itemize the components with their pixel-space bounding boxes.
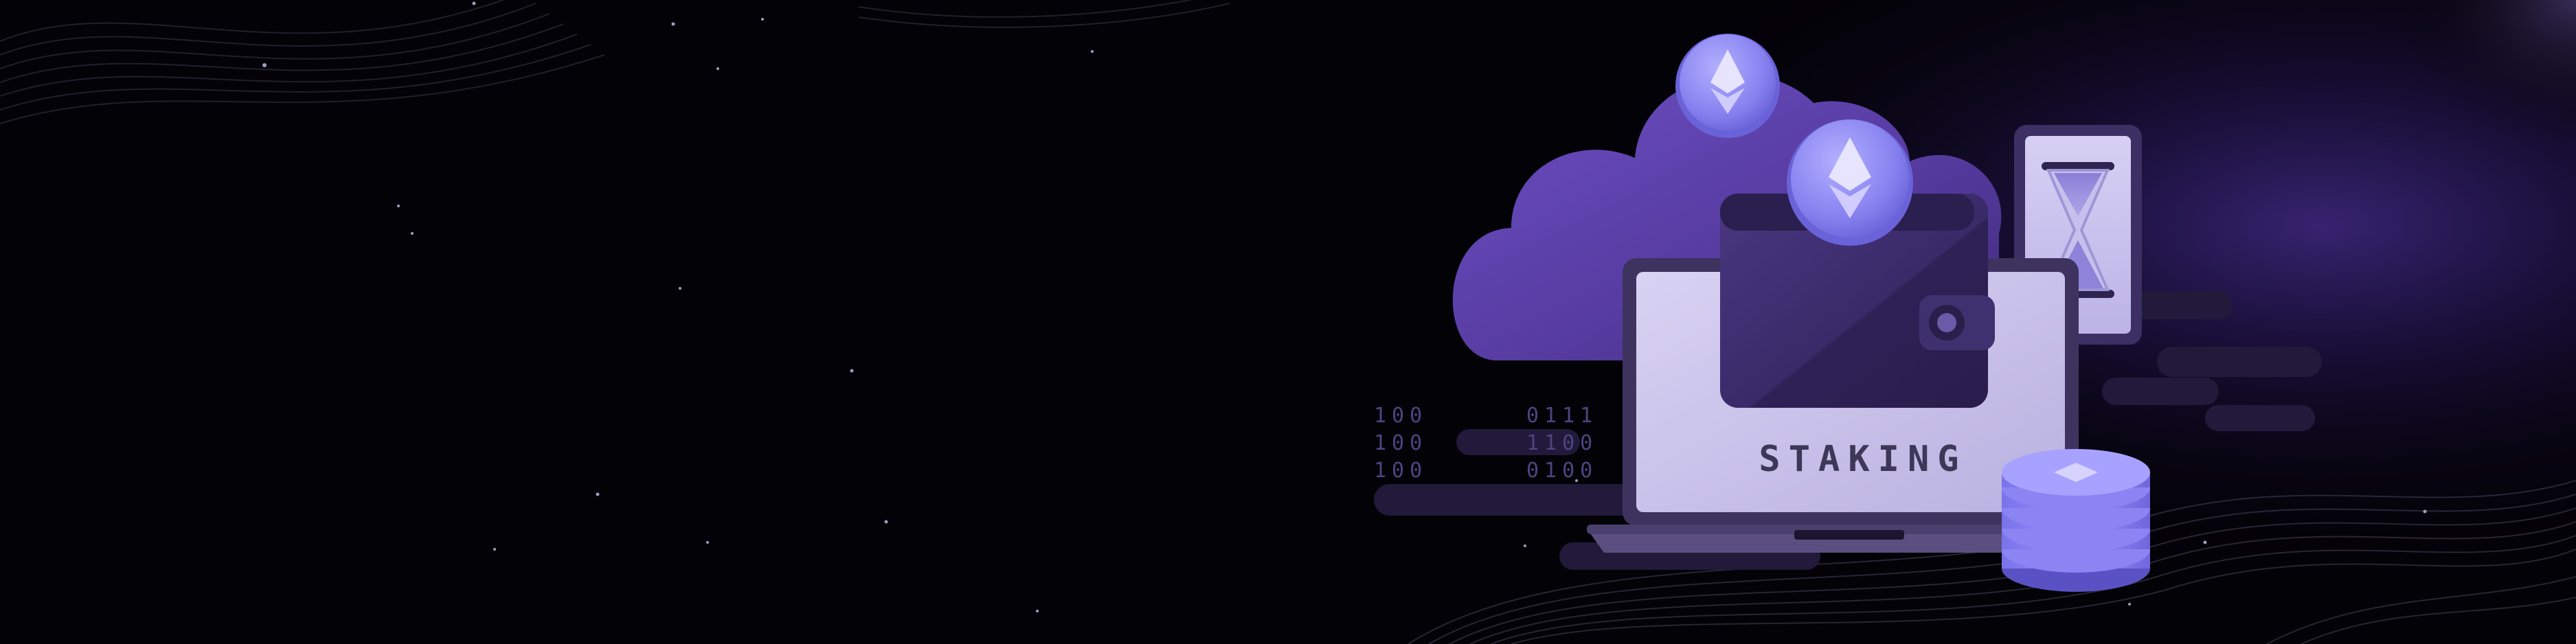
binary-digits-right: 0111 1100 0100 <box>1526 404 1598 483</box>
binary-right-row-1: 0111 <box>1526 404 1598 428</box>
binary-left-row-2: 100 <box>1374 431 1427 455</box>
binary-right-row-2: 1100 <box>1526 431 1598 455</box>
binary-digits-left: 100 100 100 <box>1374 404 1427 483</box>
binary-left-row-3: 100 <box>1374 459 1427 483</box>
ethereum-coin-icon <box>1787 119 1913 246</box>
binary-left-row-1: 100 <box>1374 404 1427 428</box>
binary-right-row-3: 0100 <box>1526 459 1598 483</box>
staking-banner: 100 100 100 0111 1100 0100 STAKING <box>0 0 2576 644</box>
ethereum-coin-icon <box>1675 34 1780 138</box>
coin-stack-icon <box>2002 449 2150 592</box>
staking-label: STAKING <box>1759 439 1967 480</box>
